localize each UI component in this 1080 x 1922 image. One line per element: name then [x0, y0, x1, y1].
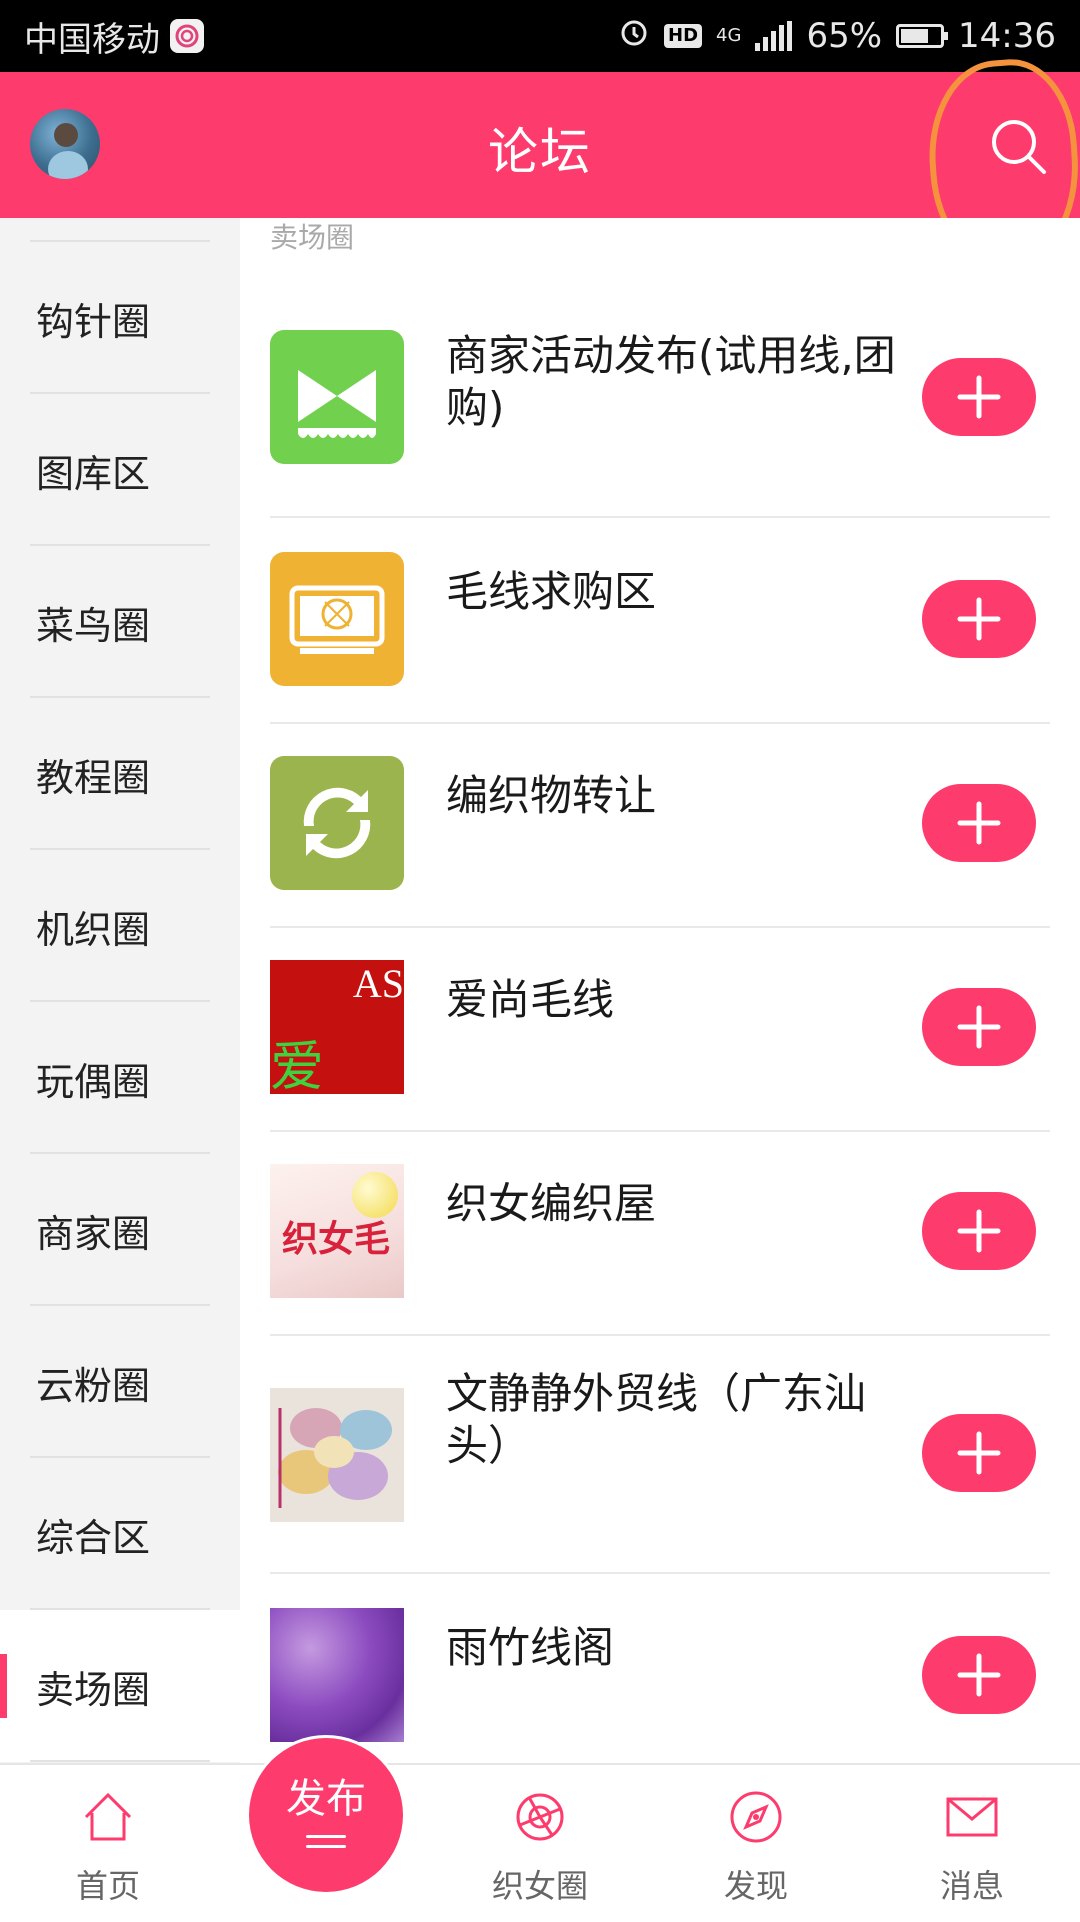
list-item[interactable]: 编织物转让	[270, 756, 1050, 928]
home-icon	[84, 1792, 132, 1841]
forum-title: 文静静外贸线（广东汕头）	[446, 1369, 867, 1470]
clock: 14:36	[958, 16, 1056, 56]
category-sidebar: 钩针圈 图库区 菜鸟圈 教程圈 机织圈 玩偶圈 商家圈 云粉圈 综合区 卖场圈	[0, 218, 240, 1763]
sidebar-item-label: 图库区	[36, 451, 151, 496]
plus-icon[interactable]	[922, 1636, 1036, 1714]
sidebar-item-fans[interactable]: 云粉圈	[0, 1306, 240, 1458]
network-type: 4G	[716, 25, 742, 46]
yarn-purchase-icon	[270, 552, 404, 686]
compass-icon	[730, 1791, 782, 1843]
plus-icon[interactable]	[922, 784, 1036, 862]
sidebar-item-label: 卖场圈	[36, 1667, 151, 1712]
forum-title: 编织物转让	[446, 771, 657, 820]
forum-title: 爱尚毛线	[446, 975, 615, 1024]
menu-lines-icon	[306, 1828, 346, 1855]
logo-text: 织女毛	[282, 1219, 391, 1260]
list-item[interactable]: 毛线求购区	[270, 552, 1050, 724]
divider	[270, 1334, 1050, 1336]
plus-icon[interactable]	[922, 988, 1036, 1066]
alarm-icon	[618, 16, 650, 57]
divider	[270, 1130, 1050, 1132]
plus-icon[interactable]	[922, 580, 1036, 658]
plus-icon[interactable]	[922, 1192, 1036, 1270]
plus-icon[interactable]	[922, 1414, 1036, 1492]
nav-label: 首页	[75, 1867, 140, 1905]
merchant-event-icon	[270, 330, 404, 464]
sidebar-item-machine-knit[interactable]: 机织圈	[0, 850, 240, 1002]
sidebar-item-gallery[interactable]: 图库区	[0, 394, 240, 546]
zhinv-logo: 织女毛	[270, 1164, 404, 1298]
aperture-icon	[516, 1793, 564, 1841]
publish-label: 发布	[286, 1775, 366, 1822]
page-title: 论坛	[488, 123, 592, 181]
nav-messages[interactable]: 消息	[892, 1765, 1052, 1922]
list-item[interactable]: 文静静外贸线（广东汕头）	[270, 1368, 1050, 1574]
plus-icon[interactable]	[922, 358, 1036, 436]
publish-button-wrap: 发布	[246, 1735, 406, 1895]
section-label: 卖场圈	[270, 221, 355, 254]
publish-button[interactable]: 发布	[249, 1738, 403, 1892]
nav-circle[interactable]: 织女圈	[460, 1765, 620, 1922]
divider	[270, 926, 1050, 928]
divider	[270, 516, 1050, 518]
purple-yarn-photo	[270, 1608, 404, 1742]
carrier-name: 中国移动	[24, 19, 160, 60]
search-icon[interactable]	[984, 112, 1054, 182]
divider	[270, 1572, 1050, 1574]
list-item[interactable]: 爱 AS 爱尚毛线	[270, 960, 1050, 1132]
nav-label: 织女圈	[491, 1867, 588, 1905]
nav-label: 消息	[939, 1867, 1004, 1905]
app-header: 论坛	[0, 72, 1080, 218]
sidebar-item-label: 机织圈	[36, 907, 151, 952]
hd-badge: HD	[664, 24, 703, 48]
sidebar-item-dolls[interactable]: 玩偶圈	[0, 1002, 240, 1154]
forum-title: 商家活动发布(试用线,团购)	[446, 331, 896, 432]
divider	[270, 722, 1050, 724]
sidebar-item-label: 菜鸟圈	[36, 603, 151, 648]
forum-title: 雨竹线阁	[446, 1623, 615, 1672]
list-item[interactable]: 商家活动发布(试用线,团购)	[270, 330, 1050, 518]
sidebar-item-crochet[interactable]: 钩针圈	[0, 242, 240, 394]
logo-text: AS	[352, 961, 404, 1006]
nav-discover[interactable]: 发现	[676, 1765, 836, 1922]
list-item[interactable]: 雨竹线阁	[270, 1608, 1050, 1763]
sidebar-item-label: 玩偶圈	[36, 1059, 151, 1104]
forum-title: 毛线求购区	[446, 567, 657, 616]
battery-icon	[896, 24, 949, 48]
sidebar-item-label: 综合区	[36, 1515, 151, 1560]
sidebar-item-general[interactable]: 综合区	[0, 1458, 240, 1610]
sidebar-item-label: 钩针圈	[36, 299, 151, 344]
forum-title: 织女编织屋	[446, 1179, 657, 1228]
logo-text: 爱	[270, 1035, 324, 1094]
list-item[interactable]: 织女毛 织女编织屋	[270, 1164, 1050, 1336]
sidebar-item-label: 云粉圈	[36, 1363, 151, 1408]
aishang-logo: 爱 AS	[270, 960, 404, 1094]
sidebar-item-label: 教程圈	[36, 755, 151, 800]
sidebar-item-tutorial[interactable]: 教程圈	[0, 698, 240, 850]
sidebar-item-beginner[interactable]: 菜鸟圈	[0, 546, 240, 698]
signal-icon	[755, 21, 793, 51]
sidebar-item-label: 商家圈	[36, 1211, 151, 1256]
sidebar-item-market[interactable]: 卖场圈	[0, 1610, 240, 1762]
carrier-logo-icon	[170, 19, 204, 53]
yarn-photo	[270, 1388, 404, 1522]
nav-home[interactable]: 首页	[28, 1765, 188, 1922]
status-bar: 中国移动 HD 4G 65% 14:36	[0, 0, 1080, 72]
forum-list: 卖场圈 商家活动发布(试用线,团购) 毛线求购区 编织物转让 爱 AS 爱尚毛线…	[240, 218, 1080, 1763]
battery-percent: 65%	[806, 16, 883, 56]
mail-icon	[946, 1797, 998, 1837]
sidebar-item-merchants[interactable]: 商家圈	[0, 1154, 240, 1306]
bottom-nav: 首页 织女圈 发现 消息	[0, 1763, 1080, 1920]
nav-label: 发现	[723, 1867, 788, 1905]
transfer-icon	[270, 756, 404, 890]
